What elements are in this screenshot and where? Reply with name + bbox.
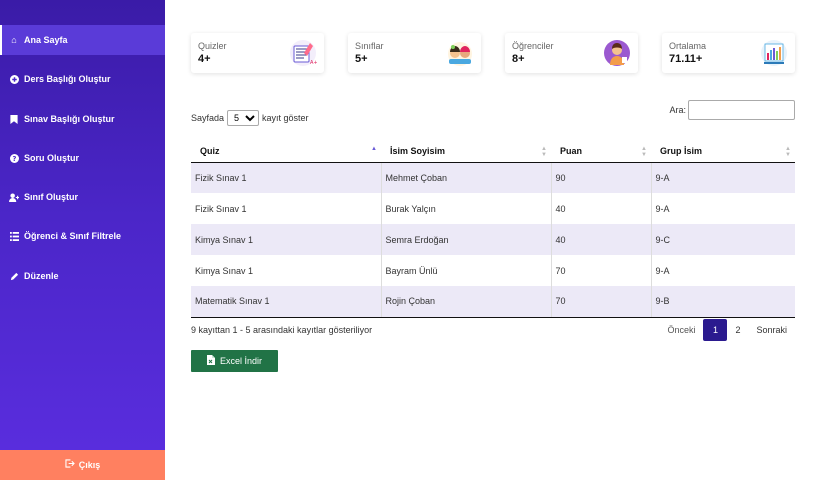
list-icon xyxy=(9,231,19,241)
column-header-score[interactable]: Puan ▲ ▼ xyxy=(551,140,651,163)
pagination-page-2[interactable]: 2 xyxy=(727,319,748,341)
cell-quiz: Fizik Sınav 1 xyxy=(191,162,381,193)
cell-score: 70 xyxy=(550,286,651,318)
page-length-prefix: Sayfada xyxy=(191,113,225,123)
sidebar: ⌂ Ana Sayfa Ders Başlığı Oluştur Sınav B… xyxy=(0,0,165,480)
cell-group: 9-A xyxy=(650,255,795,286)
sidebar-item-label: Düzenle xyxy=(24,271,59,281)
table-row: Kimya Sınav 1 Bayram Ünlü 70 9-A xyxy=(191,255,795,286)
column-header-label: İsim Soyisim xyxy=(390,145,446,156)
sort-icon: ▲ ▼ xyxy=(641,146,647,158)
user-plus-icon xyxy=(9,192,19,202)
column-header-quiz[interactable]: Quiz ▲ xyxy=(191,140,381,163)
stat-card-quizzes: Quizler 4+ A+ xyxy=(191,33,324,73)
cell-quiz: Fizik Sınav 1 xyxy=(195,203,247,214)
cell-name: Mehmet Çoban xyxy=(380,162,551,193)
app-root: ⌂ Ana Sayfa Ders Başlığı Oluştur Sınav B… xyxy=(0,0,819,480)
cell-group: 9-A xyxy=(650,162,795,193)
pagination-next-button[interactable]: Sonraki xyxy=(748,319,795,341)
cell-group: 9-B xyxy=(650,286,795,318)
sidebar-item-filter[interactable]: Öğrenci & Sınıf Filtrele xyxy=(0,221,165,251)
stat-label: Sınıflar xyxy=(355,41,384,51)
sidebar-item-question-create[interactable]: ? Soru Oluştur xyxy=(0,143,165,173)
svg-text:A+: A+ xyxy=(310,60,317,66)
stat-value: 71.11+ xyxy=(669,53,703,65)
search-label: Ara: xyxy=(669,105,686,115)
cell-score: 90 xyxy=(550,162,651,193)
logout-label: Çıkış xyxy=(78,460,101,470)
cell-score: 40 xyxy=(550,193,651,224)
sort-asc-icon: ▲ xyxy=(371,146,377,152)
stat-label: Quizler xyxy=(198,41,227,51)
column-header-name[interactable]: İsim Soyisim ▲ ▼ xyxy=(381,140,551,163)
cell-quiz: Matematik Sınav 1 xyxy=(191,286,381,318)
page-length-select[interactable]: 5 xyxy=(227,110,260,126)
table-header-row: Quiz ▲ İsim Soyisim ▲ ▼ Puan ▲ ▼ Grup İsim ▲ ▼ xyxy=(191,140,795,163)
cell-name: Burak Yalçın xyxy=(380,193,551,224)
logout-button[interactable]: Çıkış xyxy=(0,450,165,480)
bookmark-icon xyxy=(9,114,19,124)
column-header-label: Grup İsim xyxy=(660,145,703,156)
pagination-page-1[interactable]: 1 xyxy=(703,319,728,341)
stat-label: Öğrenciler xyxy=(512,41,554,51)
pagination: Önceki 1 2 Sonraki xyxy=(659,319,795,341)
average-chart-illustration-icon xyxy=(761,40,787,66)
pagination-prev-button[interactable]: Önceki xyxy=(659,319,703,341)
student-illustration-icon xyxy=(604,40,630,66)
classroom-illustration-icon xyxy=(448,42,472,66)
sort-icon: ▲ ▼ xyxy=(785,146,791,158)
cell-quiz: Kimya Sınav 1 xyxy=(195,265,254,276)
quiz-illustration-icon: A+ xyxy=(290,40,317,66)
home-icon: ⌂ xyxy=(11,34,17,45)
search-input[interactable] xyxy=(688,100,795,120)
cell-score: 40 xyxy=(550,224,651,255)
pencil-icon xyxy=(9,271,19,281)
cell-score: 70 xyxy=(550,255,651,286)
results-table: Quiz ▲ İsim Soyisim ▲ ▼ Puan ▲ ▼ Grup İsim ▲ ▼ … xyxy=(191,140,795,318)
question-circle-icon: ? xyxy=(9,153,19,163)
stat-value: 8+ xyxy=(512,53,525,65)
svg-text:?: ? xyxy=(12,155,16,163)
stat-card-students: Öğrenciler 8+ xyxy=(505,33,638,73)
table-search: Ara: xyxy=(669,100,795,120)
sidebar-item-edit[interactable]: Düzenle xyxy=(0,261,165,291)
table-row: Kimya Sınav 1 Semra Erdoğan 40 9-C xyxy=(191,224,795,255)
sidebar-item-label: Soru Oluştur xyxy=(24,153,80,163)
sidebar-item-home[interactable]: ⌂ Ana Sayfa xyxy=(0,25,165,55)
cell-name: Semra Erdoğan xyxy=(380,224,551,255)
excel-download-label: Excel İndir xyxy=(219,356,263,366)
sidebar-item-label: Ana Sayfa xyxy=(24,35,68,45)
column-header-label: Quiz xyxy=(200,145,220,156)
sidebar-item-label: Öğrenci & Sınıf Filtrele xyxy=(24,231,122,241)
stat-value: 5+ xyxy=(355,53,368,65)
column-header-group[interactable]: Grup İsim ▲ ▼ xyxy=(651,140,795,163)
excel-download-button[interactable]: Excel İndir xyxy=(191,350,278,372)
sort-icon: ▲ ▼ xyxy=(541,146,547,158)
cell-quiz: Kimya Sınav 1 xyxy=(191,224,381,255)
column-header-label: Puan xyxy=(560,145,583,156)
table-info: 9 kayıttan 1 - 5 arasındaki kayıtlar gös… xyxy=(191,325,373,335)
sidebar-item-course-create[interactable]: Ders Başlığı Oluştur xyxy=(0,64,165,94)
sidebar-item-label: Sınıf Oluştur xyxy=(24,192,78,202)
stat-card-average: Ortalama 71.11+ xyxy=(662,33,795,73)
stat-value: 4+ xyxy=(198,53,211,65)
sidebar-item-label: Sınav Başlığı Oluştur xyxy=(24,114,115,124)
sidebar-item-label: Ders Başlığı Oluştur xyxy=(24,74,111,84)
sidebar-item-class-create[interactable]: Sınıf Oluştur xyxy=(0,182,165,212)
table-row: Fizik Sınav 1 Burak Yalçın 40 9-A xyxy=(191,193,795,224)
page-length-control: Sayfada 5 kayıt göster xyxy=(191,110,309,126)
stat-card-classes: Sınıflar 5+ xyxy=(348,33,481,73)
plus-circle-icon xyxy=(9,74,19,84)
table-row: Fizik Sınav 1 Mehmet Çoban 90 9-A xyxy=(191,162,795,193)
cell-name: Rojin Çoban xyxy=(380,286,551,318)
file-excel-icon xyxy=(206,355,215,367)
sidebar-item-exam-create[interactable]: Sınav Başlığı Oluştur xyxy=(0,104,165,134)
cell-group: 9-C xyxy=(650,224,795,255)
cell-group: 9-A xyxy=(650,193,795,224)
table-row: Matematik Sınav 1 Rojin Çoban 70 9-B xyxy=(191,286,795,318)
page-length-suffix: kayıt göster xyxy=(262,113,309,123)
cell-name: Bayram Ünlü xyxy=(380,255,551,286)
sign-out-icon xyxy=(65,459,75,471)
stat-label: Ortalama xyxy=(669,41,707,51)
